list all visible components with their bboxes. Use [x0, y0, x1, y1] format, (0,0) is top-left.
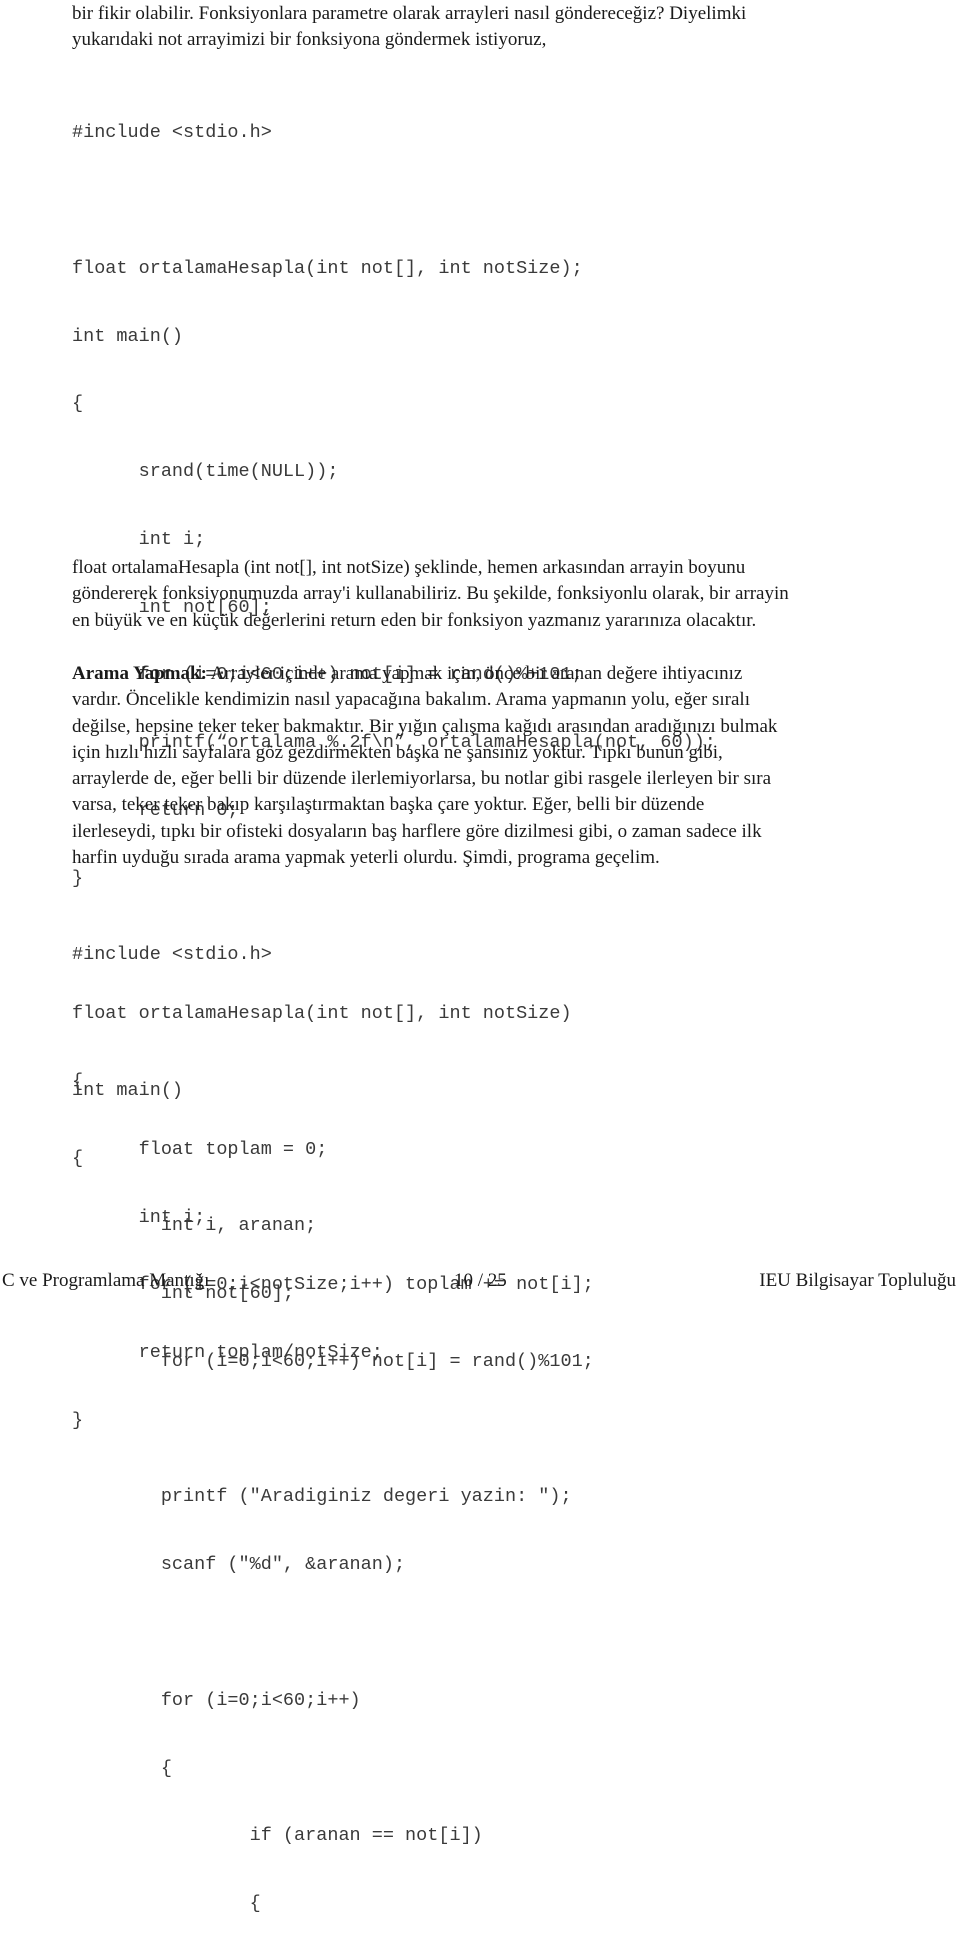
- code-line: int main(): [72, 325, 184, 347]
- text-line: Arama Yapmak: Arrayler içinde arama yapm…: [72, 661, 956, 687]
- code-line: int main(): [72, 1079, 184, 1101]
- code-line: {: [72, 1893, 261, 1915]
- section-heading: Arama Yapmak:: [72, 663, 207, 684]
- footer-document-title: C ve Programlama Mantığı: [2, 1270, 210, 1291]
- code-line: int i, aranan;: [72, 1215, 317, 1237]
- code-line: {: [72, 1147, 84, 1169]
- text-line: ilerleseydi, tıpkı bir ofisteki dosyalar…: [72, 820, 762, 842]
- text-line: en büyük ve en küçük değerlerini return …: [72, 609, 757, 631]
- code-line: for (i=0;i<60;i++): [72, 1689, 361, 1711]
- code-line: if (aranan == not[i]): [72, 1825, 483, 1847]
- code-line: srand(time(NULL));: [72, 461, 339, 483]
- page-footer: C ve Programlama Mantığı 10 / 25 IEU Bil…: [0, 1270, 960, 1294]
- footer-organization: IEU Bilgisayar Topluluğu: [759, 1270, 956, 1291]
- text-line: bir fikir olabilir. Fonksiyonlara parame…: [72, 3, 747, 24]
- text-line: göndererek fonksiyonumuzda array'i kulla…: [72, 583, 789, 605]
- code-line: #include <stdio.h>: [72, 944, 272, 966]
- code-line: for (i=0;i<60;i++) not[i] = rand()%101;: [72, 1350, 594, 1372]
- code-line: printf ("Aradiginiz degeri yazin: ");: [72, 1486, 572, 1508]
- code-line: float ortalamaHesapla(int not[], int not…: [72, 257, 583, 279]
- search-paragraph: Arama Yapmak: Arrayler içinde arama yapm…: [72, 661, 956, 871]
- code-line: {: [72, 1757, 172, 1779]
- code-line: {: [72, 393, 84, 415]
- text-line: varsa, teker teker bakıp karşılaştırmakt…: [72, 794, 705, 816]
- intro-paragraph: bir fikir olabilir. Fonksiyonlara parame…: [72, 1, 956, 54]
- array-parameter-paragraph: float ortalamaHesapla (int not[], int no…: [72, 555, 956, 634]
- code-line: scanf ("%d", &aranan);: [72, 1554, 406, 1576]
- text-line: vardır. Öncelikle kendimizin nasıl yapac…: [72, 689, 750, 711]
- code-line: #include <stdio.h>: [72, 122, 272, 144]
- text-line: harfin uyduğu sırada arama yapmak yeterl…: [72, 847, 660, 869]
- text-line: yukarıdaki not arrayimizi bir fonksiyona…: [72, 29, 547, 51]
- code-line: int i;: [72, 528, 206, 550]
- text-line: değilse, hepsine teker teker bakmaktır. …: [72, 715, 778, 737]
- text-line: arraylerde de, eğer belli bir düzende il…: [72, 768, 772, 790]
- text-line: float ortalamaHesapla (int not[], int no…: [72, 557, 746, 578]
- page-number: 10 / 25: [454, 1270, 507, 1291]
- text-line: için hızlı hızlı sayfalara göz gezdirmek…: [72, 741, 723, 763]
- code-block-search: #include <stdio.h> int main() { int i, a…: [72, 899, 594, 1938]
- text-span: Arrayler içinde arama yapmak için, önce …: [206, 663, 743, 684]
